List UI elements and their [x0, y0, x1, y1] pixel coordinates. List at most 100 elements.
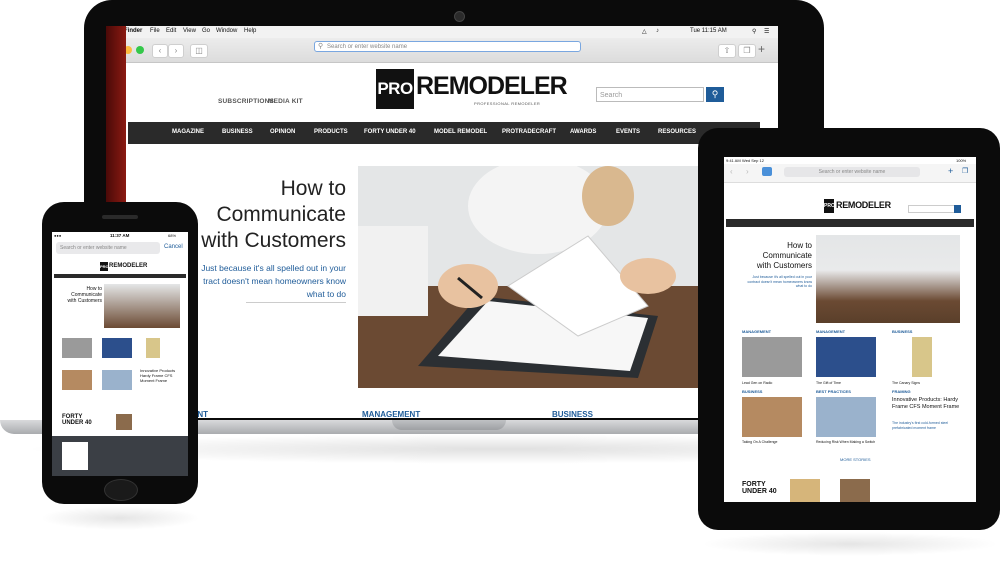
tablet-feature-title[interactable]: Innovative Products: Hardy Frame CFS Mom… — [892, 397, 968, 410]
back-icon[interactable]: ‹ — [730, 167, 733, 176]
tablet-thumb-gift[interactable] — [816, 337, 876, 377]
tablet-caption[interactable]: Lead Gen on Radio — [742, 381, 772, 385]
section-label-management[interactable]: MANAGEMENT — [362, 410, 420, 418]
share-icon[interactable]: ⇧ — [718, 44, 736, 58]
tablet-section-label[interactable]: MANAGEMENT — [742, 329, 771, 334]
nav-events[interactable]: EVENTS — [616, 129, 640, 135]
subscriptions-link[interactable]: SUBSCRIPTIONS — [218, 98, 274, 105]
phone-thumb-radio[interactable] — [62, 338, 92, 358]
tablet-more-stories[interactable]: MORE STORIES — [840, 457, 871, 462]
phone-thumb-risk[interactable] — [102, 370, 132, 390]
tablet-thumb-radio[interactable] — [742, 337, 802, 377]
phone-feature-title[interactable]: Innovative Products Hardy Frame CFS Mome… — [140, 368, 175, 383]
logo-tagline: PROFESSIONAL REMODELER — [474, 101, 541, 106]
forward-icon[interactable]: › — [746, 167, 749, 176]
phone-url-bar[interactable]: Search or enter website name — [56, 242, 160, 254]
back-button[interactable]: ‹ — [152, 44, 168, 58]
tablet-thumb-house[interactable] — [790, 479, 820, 502]
menubar-edit[interactable]: Edit — [166, 28, 176, 34]
volume-icon[interactable]: ♪ — [656, 28, 659, 34]
tablet-logo-remodeler[interactable]: REMODELER — [836, 200, 891, 210]
tablet-caption[interactable]: Taking On A Challenge — [742, 440, 777, 444]
phone-nav[interactable] — [54, 274, 186, 278]
new-tab-icon[interactable]: + — [948, 166, 953, 176]
hero-image[interactable] — [358, 166, 700, 388]
tablet-url-bar[interactable]: Search or enter website name — [784, 167, 920, 177]
nav-magazine[interactable]: MAGAZINE — [172, 129, 204, 135]
search-icon[interactable]: ⚲ — [752, 28, 756, 35]
tablet-search-button[interactable] — [954, 205, 961, 213]
hero-title[interactable]: How to Communicate with Customers — [176, 176, 346, 254]
tablet-search-input[interactable] — [908, 205, 956, 213]
nav-model-remodel[interactable]: MODEL REMODEL — [434, 129, 487, 135]
menubar-app[interactable]: Finder — [124, 28, 142, 34]
menubar-view[interactable]: View — [183, 28, 196, 34]
nav-resources[interactable]: RESOURCES — [658, 129, 696, 135]
tablet-thumb-canary[interactable] — [912, 337, 932, 377]
phone-hero-title[interactable]: How to Communicate with Customers — [54, 286, 102, 304]
phone-thumb-canary[interactable] — [146, 338, 160, 358]
nav-opinion[interactable]: OPINION — [270, 129, 295, 135]
site-search-button[interactable]: ⚲ — [706, 87, 724, 102]
phone-cancel-button[interactable]: Cancel — [164, 244, 183, 250]
forward-button[interactable]: › — [168, 44, 184, 58]
menubar-go[interactable]: Go — [202, 28, 210, 34]
tablet-hero-image[interactable] — [816, 235, 960, 323]
phone-thumb-gift[interactable] — [102, 338, 132, 358]
menubar-clock[interactable]: Tue 11:15 AM — [690, 28, 727, 34]
phone-logo-pro[interactable]: PRO — [100, 262, 109, 271]
maximize-icon[interactable] — [136, 46, 144, 54]
tablet-hero-sub[interactable]: Just because it's all spelled out in you… — [740, 275, 812, 289]
tablet-logo-pro[interactable]: PRO — [824, 199, 835, 213]
phone-thumb-challenge[interactable] — [62, 370, 92, 390]
phone-hero-image[interactable] — [104, 284, 180, 328]
site-search-input[interactable]: Search — [596, 87, 704, 102]
menubar-file[interactable]: File — [150, 28, 160, 34]
tablet-thumb-challenge[interactable] — [742, 397, 802, 437]
hero-title-line: with Customers — [756, 261, 812, 270]
phone-magazine-cover[interactable] — [62, 442, 88, 470]
tablet-section-label[interactable]: MANAGEMENT — [816, 329, 845, 334]
tabs-icon[interactable]: ❐ — [962, 167, 968, 175]
tablet-hero-title[interactable]: How to Communicate with Customers — [738, 241, 812, 271]
wifi-icon[interactable]: △ — [642, 28, 647, 35]
nav-protradecraft[interactable]: PROTRADECRAFT — [502, 129, 556, 135]
tablet-caption[interactable]: The Gift of Time — [816, 381, 841, 385]
phone-thumb-person[interactable] — [116, 414, 132, 430]
tablet-forty-under-40[interactable]: FORTY UNDER 40 — [742, 481, 778, 495]
sidebar-icon[interactable]: ◫ — [190, 44, 208, 58]
tablet-section-label[interactable]: FRAMING — [892, 389, 911, 394]
logo-remodeler[interactable]: REMODELER — [416, 72, 568, 101]
list-icon[interactable]: ☰ — [764, 28, 769, 35]
nav-forty-under-40[interactable]: FORTY UNDER 40 — [364, 129, 416, 135]
tablet-caption[interactable]: The Canary Signs — [892, 381, 920, 385]
tablet-screen: 9:41 AM Wed Sep 12 100% ‹ › Search or en… — [724, 157, 976, 502]
section-label-business[interactable]: BUSINESS — [552, 410, 593, 418]
nav-awards[interactable]: AWARDS — [570, 129, 596, 135]
tablet-section-label[interactable]: BEST PRACTICES — [816, 389, 851, 394]
tablet-caption[interactable]: Reducing Risk When Making a Switch — [816, 440, 875, 444]
tablet-feature-sub[interactable]: The industry's first cold-formed steel p… — [892, 421, 968, 430]
url-bar[interactable]: Search or enter website name — [314, 41, 581, 52]
new-tab-icon[interactable]: + — [758, 42, 765, 56]
phone-home-button[interactable] — [104, 479, 138, 501]
menubar-window[interactable]: Window — [216, 28, 237, 34]
logo-pro[interactable]: PRO — [376, 69, 414, 109]
laptop-notch — [392, 420, 506, 430]
hero-title-line: with Customers — [201, 229, 346, 252]
search-icon: ⚲ — [711, 89, 719, 99]
sidebar-icon[interactable] — [762, 167, 772, 176]
tabs-icon[interactable]: ❐ — [738, 44, 756, 58]
hero-title-line: with Customers — [67, 298, 102, 304]
phone-forty-under-40[interactable]: FORTY UNDER 40 — [62, 414, 92, 426]
menubar-help[interactable]: Help — [244, 28, 256, 34]
tablet-thumb-person[interactable] — [840, 479, 870, 502]
phone-logo-remodeler[interactable]: REMODELER — [109, 263, 147, 269]
tablet-nav[interactable] — [726, 219, 974, 227]
media-kit-link[interactable]: MEDIA KIT — [268, 98, 303, 105]
tablet-section-label[interactable]: BUSINESS — [892, 329, 912, 334]
nav-products[interactable]: PRODUCTS — [314, 129, 348, 135]
tablet-section-label[interactable]: BUSINESS — [742, 389, 762, 394]
nav-business[interactable]: BUSINESS — [222, 129, 253, 135]
tablet-thumb-risk[interactable] — [816, 397, 876, 437]
